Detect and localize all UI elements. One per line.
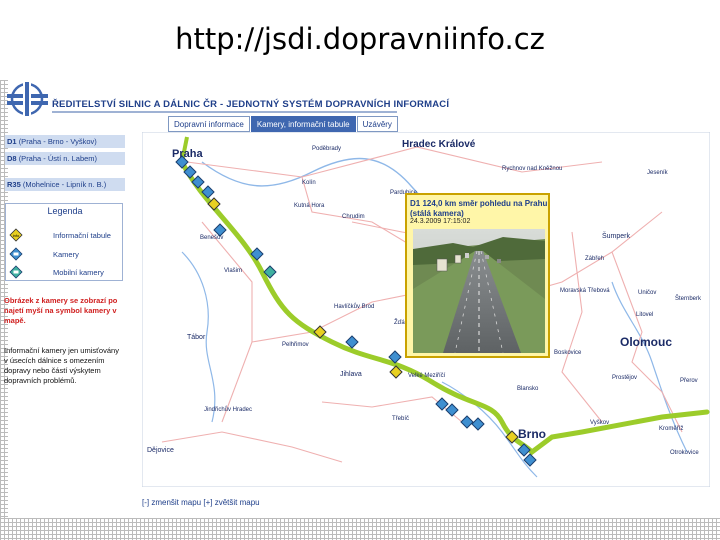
legend-title: Legenda: [47, 206, 83, 216]
legend-label: Kamery: [53, 249, 79, 259]
city-label: Poděbrady: [312, 146, 341, 152]
legend-box: Legenda info Informační tabule Kamery Mo…: [5, 203, 123, 281]
info-board-icon: info: [9, 228, 23, 242]
city-label: Pelhřimov: [282, 342, 309, 348]
road-code: R35: [7, 180, 21, 189]
slide-title: http://jsdi.dopravniinfo.cz: [175, 22, 545, 56]
city-label: Vyškov: [590, 420, 609, 426]
city-label: Velké Meziříčí: [408, 373, 446, 379]
city-label: Šternberk: [675, 295, 702, 302]
city-label: Kolín: [302, 180, 316, 186]
city-label: Šumperk: [602, 231, 631, 240]
city-label: Boskovice: [554, 350, 582, 356]
city-label: Jeseník: [647, 170, 669, 176]
header-divider: [52, 111, 397, 113]
sidebar-item-d8[interactable]: D8 (Praha - Ústí n. Labem): [5, 152, 125, 165]
city-label: Jindřichův Hradec: [204, 406, 252, 413]
road-desc: (Praha - Brno - Vyškov): [18, 137, 97, 146]
city-label: Kroměříž: [659, 426, 683, 432]
city-label: Prostějov: [612, 375, 637, 381]
city-label: Vlašim: [224, 268, 242, 274]
svg-text:info: info: [13, 233, 20, 238]
city-label: Praha: [172, 148, 203, 160]
sidebar-item-r35[interactable]: R35 (Mohelnice - Lipník n. B.): [5, 178, 125, 191]
city-label: Dějovice: [147, 447, 174, 454]
legend-item-cameras: Kamery: [9, 247, 79, 261]
tab-closures[interactable]: Uzávěry: [356, 116, 398, 132]
city-label: Moravská Třebová: [560, 288, 610, 294]
city-label: Benešov: [200, 235, 223, 241]
tab-cameras[interactable]: Kamery, informační tabule: [250, 116, 356, 132]
camera-image: [413, 229, 545, 353]
legend-item-mobile-cameras: Mobilní kamery: [9, 265, 104, 279]
city-label: Rychnov nad Kněžnou: [502, 166, 562, 172]
mobile-camera-icon: [9, 265, 23, 279]
camera-popup: D1 124,0 km směr pohledu na Prahu (stálá…: [405, 193, 550, 358]
city-label: Litovel: [636, 312, 653, 318]
city-label: Uničov: [638, 290, 656, 296]
legend-item-info-board: info Informační tabule: [9, 228, 111, 242]
road-code: D1: [7, 137, 17, 146]
tab-traffic-info[interactable]: Dopravní informace: [168, 116, 250, 132]
city-label: Havlíčkův Brod: [334, 303, 374, 310]
city-label: Přerov: [680, 378, 698, 384]
city-label: Třebíč: [392, 416, 409, 422]
city-label: Kutná Hora: [294, 203, 325, 209]
site-title: ŘEDITELSTVÍ SILNIC A DÁLNIC ČR - JEDNOTN…: [52, 99, 450, 110]
sidebar-item-d1[interactable]: D1 (Praha - Brno - Vyškov): [5, 135, 125, 148]
road-code: D8: [7, 154, 17, 163]
city-label: Otrokovice: [670, 450, 699, 456]
road-desc: (Mohelnice - Lipník n. B.): [22, 180, 107, 189]
city-label: Olomouc: [620, 335, 672, 349]
city-label: Blansko: [517, 386, 539, 392]
popup-title: D1 124,0 km směr pohledu na Prahu (stálá…: [410, 199, 548, 218]
city-label: Hradec Králové: [402, 139, 476, 150]
legend-label: Informační tabule: [53, 230, 111, 240]
road-desc: (Praha - Ústí n. Labem): [18, 154, 98, 163]
map-zoom-links[interactable]: [-] zmenšit mapu [+] zvětšit mapu: [142, 498, 260, 507]
slide-grid-bottom: [0, 518, 720, 540]
city-label: Brno: [518, 427, 546, 441]
rsd-logo-icon[interactable]: [5, 80, 50, 118]
city-label: Chrudim: [342, 214, 365, 220]
camera-hint-note: Obrázek z kamery se zobrazí po najetí my…: [4, 296, 118, 325]
camera-icon: [9, 247, 23, 261]
city-label: Zábřeh: [585, 256, 604, 262]
main-tabs: Dopravní informace Kamery, informační ta…: [168, 116, 399, 132]
city-label: Tábor: [187, 334, 206, 341]
city-label: Jihlava: [340, 371, 362, 378]
camera-placement-note: Informační kamery jen umisťovány v úsecí…: [4, 346, 119, 385]
popup-timestamp: 24.3.2009 17:15:02: [410, 218, 471, 225]
legend-label: Mobilní kamery: [53, 267, 104, 277]
